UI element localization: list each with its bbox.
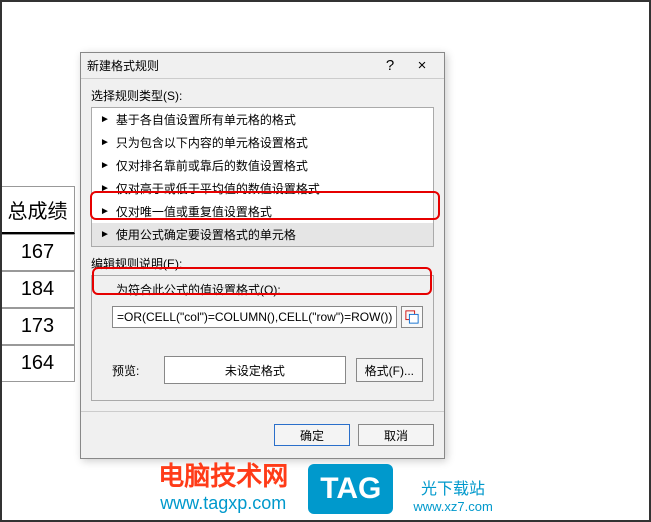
bullet-icon: ►	[100, 160, 110, 171]
rule-type-label: 基于各自值设置所有单元格的格式	[116, 111, 296, 128]
formula-input[interactable]	[112, 306, 397, 328]
dialog-titlebar: 新建格式规则 ? ×	[81, 53, 444, 79]
rule-type-item-formula[interactable]: ► 使用公式确定要设置格式的单元格	[92, 223, 433, 246]
preview-box: 未设定格式	[164, 356, 346, 384]
range-selector-button[interactable]	[401, 306, 423, 328]
ok-button[interactable]: 确定	[274, 424, 350, 446]
watermark-right-title: 光下载站	[413, 475, 492, 499]
bullet-icon: ►	[100, 229, 110, 240]
formula-prompt-label: 为符合此公式的值设置格式(O):	[92, 276, 433, 301]
watermark-right-url: www.xz7.com	[413, 499, 492, 514]
excel-header-cell: 总成绩	[0, 186, 75, 234]
watermark-tag: TAG	[308, 464, 393, 514]
rule-type-item[interactable]: ► 只为包含以下内容的单元格设置格式	[92, 131, 433, 154]
watermark-left-title: 电脑技术网	[158, 456, 288, 493]
format-button[interactable]: 格式(F)...	[356, 358, 423, 382]
cancel-button[interactable]: 取消	[358, 424, 434, 446]
rule-type-list: ► 基于各自值设置所有单元格的格式 ► 只为包含以下内容的单元格设置格式 ► 仅…	[91, 107, 434, 247]
bullet-icon: ►	[100, 206, 110, 217]
bullet-icon: ►	[100, 114, 110, 125]
preview-label: 预览:	[112, 362, 154, 379]
watermark-left: 电脑技术网 www.tagxp.com	[158, 456, 288, 514]
excel-cell[interactable]: 164	[0, 345, 75, 382]
rule-type-item[interactable]: ► 仅对高于或低于平均值的数值设置格式	[92, 177, 433, 200]
close-button[interactable]: ×	[406, 57, 438, 74]
formula-input-row	[112, 306, 423, 328]
preview-row: 预览: 未设定格式 格式(F)...	[112, 356, 423, 384]
bullet-icon: ►	[100, 137, 110, 148]
bullet-icon: ►	[100, 183, 110, 194]
rule-type-label: 仅对唯一值或重复值设置格式	[116, 203, 272, 220]
watermark-right: 光下载站 www.xz7.com	[413, 475, 492, 514]
rule-type-item[interactable]: ► 基于各自值设置所有单元格的格式	[92, 108, 433, 131]
rule-type-item[interactable]: ► 仅对唯一值或重复值设置格式	[92, 200, 433, 223]
dialog-footer: 确定 取消	[81, 411, 444, 458]
excel-cell[interactable]: 184	[0, 271, 75, 308]
rule-type-label: 使用公式确定要设置格式的单元格	[116, 226, 296, 243]
excel-cell[interactable]: 167	[0, 234, 75, 271]
help-button[interactable]: ?	[374, 57, 406, 74]
rule-type-label: 仅对排名靠前或靠后的数值设置格式	[116, 157, 308, 174]
watermark-left-url: www.tagxp.com	[158, 493, 288, 514]
rule-type-label: 只为包含以下内容的单元格设置格式	[116, 134, 308, 151]
select-rule-type-label: 选择规则类型(S):	[81, 79, 444, 107]
rule-type-label: 仅对高于或低于平均值的数值设置格式	[116, 180, 320, 197]
watermark: 电脑技术网 www.tagxp.com TAG 光下载站 www.xz7.com	[0, 456, 651, 514]
dialog-title: 新建格式规则	[87, 57, 374, 74]
excel-cell[interactable]: 173	[0, 308, 75, 345]
rule-type-item[interactable]: ► 仅对排名靠前或靠后的数值设置格式	[92, 154, 433, 177]
new-format-rule-dialog: 新建格式规则 ? × 选择规则类型(S): ► 基于各自值设置所有单元格的格式 …	[80, 52, 445, 459]
excel-column: 总成绩 167 184 173 164	[0, 100, 75, 382]
edit-rule-description-label: 编辑规则说明(E):	[81, 247, 444, 275]
